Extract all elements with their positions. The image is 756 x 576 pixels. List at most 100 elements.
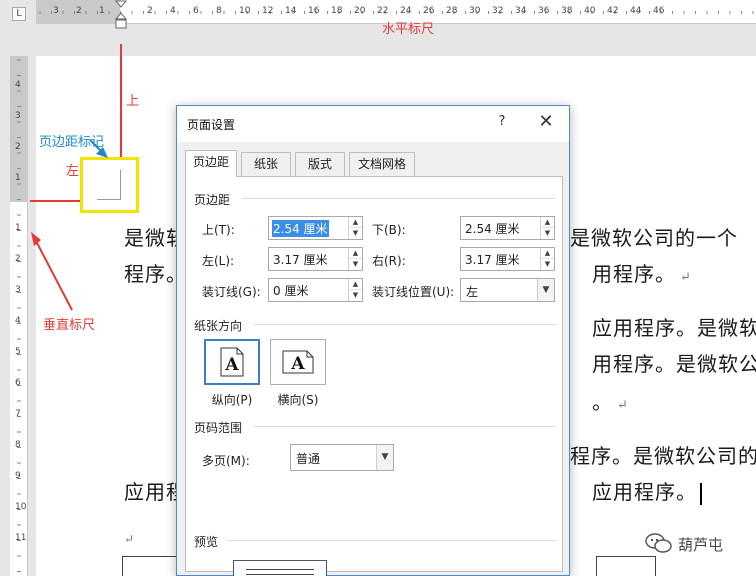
tab-doc-grid[interactable]: 文档网格 [349,152,415,176]
spin-down-icon[interactable]: ▼ [541,228,554,239]
chevron-down-icon[interactable]: ▼ [537,279,554,301]
doc-table-right [596,556,656,576]
gutter-spin-buttons[interactable]: ▲ ▼ [348,279,362,301]
ruler-number: 2 [147,6,153,16]
orientation-group-title: 纸张方向 [194,319,243,333]
ruler-number: 36 [538,6,550,16]
tab-paper[interactable]: 纸张 [241,152,291,176]
doc-line-7-right: 应用程序。 [592,476,702,505]
tab-margins[interactable]: 页边距 [185,150,237,177]
dialog-title: 页面设置 [187,118,236,132]
svg-text:A: A [290,354,305,374]
ruler-number: 11 [15,533,27,543]
indent-marker-icon[interactable] [115,0,127,30]
doc-line-1-right: 是微软公司的一个 [570,226,738,250]
annotation-top: 上 [126,94,140,109]
orientation-group-divider [254,324,556,325]
chevron-down-icon[interactable]: ▼ [376,445,393,470]
spin-up-icon[interactable]: ▲ [349,279,362,290]
ruler-number: 32 [492,6,504,16]
spin-up-icon[interactable]: ▲ [541,248,554,259]
ruler-number: 4 [170,6,176,16]
ruler-number: 2 [76,6,82,16]
landscape-label[interactable]: 横向(S) [270,391,326,408]
doc-line-4-right: 用程序。是微软公司 [592,352,756,376]
spin-up-icon[interactable]: ▲ [349,248,362,259]
right-margin-value[interactable]: 3.17 厘米 [464,251,521,268]
spin-down-icon[interactable]: ▼ [349,290,362,301]
left-margin-value[interactable]: 3.17 厘米 [272,251,329,268]
gutter-spinner[interactable]: 0 厘米 ▲ ▼ [268,278,363,302]
ruler-number: 34 [515,6,527,16]
spin-up-icon[interactable]: ▲ [541,217,554,228]
doc-para-mark: ↵ [124,532,136,546]
gutter-label: 装订线(G): [202,285,261,299]
tab-layout[interactable]: 版式 [295,152,345,176]
multiple-pages-value: 普通 [296,452,321,466]
preview-text-line [246,569,314,570]
ruler-number: 9 [15,471,21,481]
help-button[interactable]: ? [495,114,509,129]
ruler-number: 8 [15,440,21,450]
ruler-number: 40 [584,6,596,16]
ruler-number: 22 [377,6,389,16]
spin-down-icon[interactable]: ▼ [541,259,554,270]
margin-marker-highlight [80,157,139,213]
ruler-number: 3 [15,111,21,121]
spin-up-icon[interactable]: ▲ [349,217,362,228]
doc-line-3-right: 应用程序。是微软 [592,316,756,340]
annotation-left: 左 [66,164,80,179]
preview-page-thumbnail [233,560,327,576]
tab-selector-button[interactable]: L [12,7,26,21]
right-margin-spinner[interactable]: 3.17 厘米 ▲ ▼ [460,247,555,271]
vertical-ruler[interactable]: 4 3 2 1 1 2 3 4 5 6 7 8 9 10 11 [10,56,28,576]
gutter-position-label: 装订线位置(U): [372,285,455,299]
margins-tab-body: 页边距 上(T): 2.54 厘米 ▲ ▼ 下(B): 2.54 厘米 ▲ ▼ … [185,176,563,572]
ruler-number: 44 [630,6,642,16]
doc-line-5-right: 。 ↵ [592,390,629,414]
spin-down-icon[interactable]: ▼ [349,259,362,270]
ruler-number: 12 [262,6,274,16]
multiple-pages-label: 多页(M): [202,454,250,468]
portrait-button[interactable]: A [204,339,260,385]
wechat-icon [645,533,672,553]
watermark-text: 葫芦屯 [678,536,724,554]
bottom-margin-value[interactable]: 2.54 厘米 [464,220,521,237]
landscape-button[interactable]: A [270,339,326,385]
right-margin-label: 右(R): [372,254,406,268]
ruler-number: 5 [15,347,21,357]
spin-down-icon[interactable]: ▼ [349,228,362,239]
ruler-number: 2 [15,254,21,264]
annotation-horizontal-ruler: 水平标尺 [382,22,435,37]
multiple-pages-select[interactable]: 普通 ▼ [290,444,394,471]
left-margin-spin-buttons[interactable]: ▲ ▼ [348,248,362,270]
doc-line-2-right: 用程序。 ↵ [592,262,692,286]
ruler-number: 1 [15,223,21,233]
ruler-number: 10 [239,6,251,16]
bottom-margin-spinner[interactable]: 2.54 厘米 ▲ ▼ [460,216,555,240]
gutter-position-select[interactable]: 左 ▼ [460,278,555,302]
top-margin-spinner[interactable]: 2.54 厘米 ▲ ▼ [268,216,363,240]
portrait-label[interactable]: 纵向(P) [204,391,260,408]
margin-corner-marker [97,170,121,200]
top-margin-spin-buttons[interactable]: ▲ ▼ [348,217,362,239]
ruler-number: 8 [216,6,222,16]
close-icon[interactable]: ✕ [533,111,559,135]
page-setup-dialog[interactable]: 页面设置 ? ✕ 页边距 纸张 版式 文档网格 页边距 上(T): 2.54 厘… [176,105,570,576]
ruler-number: 38 [561,6,573,16]
dialog-titlebar[interactable]: 页面设置 ? ✕ [177,106,569,142]
ruler-number: 3 [15,285,21,295]
top-margin-value[interactable]: 2.54 厘米 [272,220,329,237]
left-margin-spinner[interactable]: 3.17 厘米 ▲ ▼ [268,247,363,271]
bottom-margin-spin-buttons[interactable]: ▲ ▼ [540,217,554,239]
right-margin-spin-buttons[interactable]: ▲ ▼ [540,248,554,270]
ruler-number: 16 [308,6,320,16]
margins-group-divider [242,198,556,199]
gutter-value[interactable]: 0 厘米 [272,282,309,299]
gutter-position-value: 左 [466,285,479,299]
svg-text:A: A [224,355,239,375]
dialog-tabs: 页边距 纸张 版式 文档网格 [185,150,565,177]
pages-group-divider [254,426,556,427]
ruler-number: 6 [193,6,199,16]
ruler-number: 3 [53,6,59,16]
